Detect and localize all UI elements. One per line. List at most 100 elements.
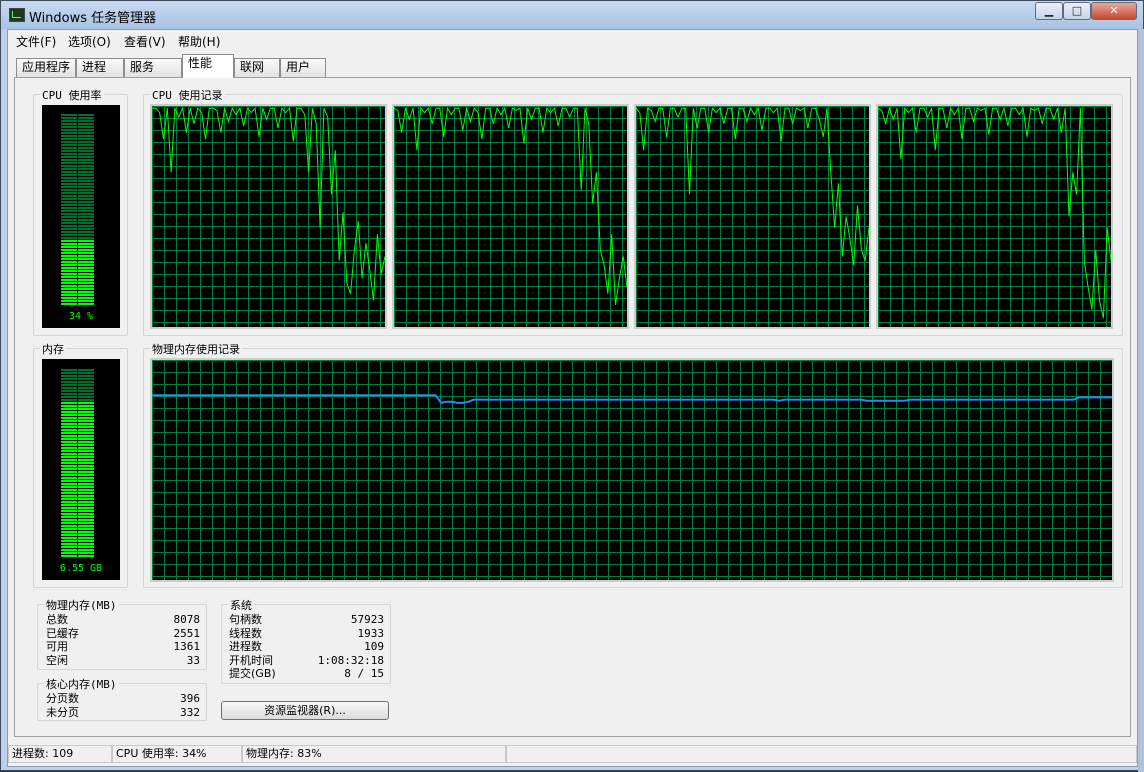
task-manager-icon xyxy=(9,8,25,22)
meter-segment-off xyxy=(78,372,94,374)
meter-segment-off xyxy=(61,393,77,395)
status-cpu-usage: CPU 使用率: 34% xyxy=(112,745,242,763)
title-bar[interactable]: Windows 任务管理器 ▁ □ ✕ xyxy=(1,1,1143,29)
meter-segment-on xyxy=(78,477,94,479)
meter-segment-on xyxy=(78,459,94,461)
meter-segment-on xyxy=(61,285,77,287)
stat-label: 开机时间 xyxy=(229,653,273,667)
tab-applications[interactable]: 应用程序 xyxy=(16,58,76,77)
menu-options[interactable]: 选项(O) xyxy=(68,33,111,50)
meter-segment-on xyxy=(61,279,77,281)
meter-segment-off xyxy=(78,174,94,176)
cpu-usage-group: CPU 使用率 34 % xyxy=(33,87,128,336)
meter-segment-on xyxy=(61,498,77,500)
meter-segment-off xyxy=(61,396,77,398)
meter-segment-on xyxy=(61,270,77,272)
meter-segment-off xyxy=(61,177,77,179)
tab-networking[interactable]: 联网 xyxy=(234,58,280,77)
task-manager-window: Windows 任务管理器 ▁ □ ✕ 文件(F) 选项(O) 查看(V) 帮助… xyxy=(0,0,1144,772)
meter-segment-off xyxy=(78,150,94,152)
meter-segment-off xyxy=(78,228,94,230)
stat-row-nonpaged: 未分页 332 xyxy=(46,706,200,720)
meter-segment-off xyxy=(78,234,94,236)
meter-segment-off xyxy=(78,396,94,398)
meter-segment-off xyxy=(61,162,77,164)
meter-segment-on xyxy=(61,465,77,467)
meter-segment-on xyxy=(61,546,77,548)
meter-segment-off xyxy=(78,192,94,194)
meter-segment-on xyxy=(61,552,77,554)
minimize-button[interactable]: ▁ xyxy=(1035,2,1063,20)
meter-segment-on xyxy=(61,261,77,263)
status-empty xyxy=(506,745,1137,763)
stat-value: 1361 xyxy=(173,640,201,653)
meter-segment-off xyxy=(61,186,77,188)
meter-segment-on xyxy=(61,432,77,434)
tab-strip: 应用程序 进程 服务 性能 联网 用户 xyxy=(8,54,1137,78)
stat-label: 未分页 xyxy=(46,705,79,719)
meter-segment-off xyxy=(61,117,77,119)
memory-group: 内存 6.55 GB xyxy=(33,341,128,588)
menu-file[interactable]: 文件(F) xyxy=(16,33,56,50)
tab-users[interactable]: 用户 xyxy=(280,58,326,77)
meter-segment-on xyxy=(78,240,94,242)
meter-segment-on xyxy=(61,423,77,425)
resource-monitor-button[interactable]: 资源监视器(R)... xyxy=(221,701,389,720)
meter-segment-on xyxy=(78,285,94,287)
close-button[interactable]: ✕ xyxy=(1091,2,1137,20)
menu-view[interactable]: 查看(V) xyxy=(124,33,166,50)
stat-label: 句柄数 xyxy=(229,613,262,626)
meter-segment-off xyxy=(78,138,94,140)
meter-segment-on xyxy=(78,528,94,530)
memory-meter: 6.55 GB xyxy=(42,359,120,580)
stat-row-commit: 提交(GB) 8 / 15 xyxy=(229,667,384,681)
meter-segment-on xyxy=(61,255,77,257)
meter-segment-on xyxy=(78,249,94,251)
system-title: 系统 xyxy=(228,597,254,613)
stat-row-processes: 进程数 109 xyxy=(229,640,384,654)
performance-panel: CPU 使用率 34 % CPU 使用记录 内存 6.55 GB 物理内存使用记… xyxy=(14,77,1131,737)
meter-segment-on xyxy=(61,468,77,470)
meter-segment-on xyxy=(61,429,77,431)
meter-segment-on xyxy=(61,420,77,422)
meter-segment-off xyxy=(78,114,94,116)
meter-segment-on xyxy=(78,255,94,257)
meter-segment-off xyxy=(78,369,94,371)
meter-segment-on xyxy=(78,516,94,518)
meter-segment-off xyxy=(61,231,77,233)
cpu-core-graph-3 xyxy=(634,104,871,329)
tab-performance[interactable]: 性能 xyxy=(182,54,234,78)
meter-segment-off xyxy=(61,399,77,401)
meter-segment-on xyxy=(61,510,77,512)
stat-value: 8078 xyxy=(173,613,201,626)
meter-segment-off xyxy=(78,207,94,209)
meter-segment-on xyxy=(61,486,77,488)
meter-segment-on xyxy=(78,426,94,428)
meter-segment-on xyxy=(61,504,77,506)
meter-segment-off xyxy=(61,159,77,161)
meter-segment-on xyxy=(61,282,77,284)
meter-segment-off xyxy=(78,384,94,386)
meter-segment-on xyxy=(61,426,77,428)
meter-segment-on xyxy=(78,483,94,485)
stat-row-paged: 分页数 396 xyxy=(46,692,200,706)
meter-segment-on xyxy=(78,507,94,509)
meter-segment-on xyxy=(78,480,94,482)
maximize-button[interactable]: □ xyxy=(1063,2,1091,20)
meter-segment-off xyxy=(78,153,94,155)
meter-segment-off xyxy=(78,186,94,188)
tab-services[interactable]: 服务 xyxy=(124,58,182,77)
stat-value: 332 xyxy=(180,705,200,719)
meter-segment-off xyxy=(61,174,77,176)
tab-processes[interactable]: 进程 xyxy=(76,58,124,77)
menu-help[interactable]: 帮助(H) xyxy=(178,33,220,50)
meter-segment-off xyxy=(61,225,77,227)
meter-segment-off xyxy=(78,120,94,122)
meter-segment-off xyxy=(61,183,77,185)
meter-segment-on xyxy=(78,474,94,476)
meter-segment-off xyxy=(78,156,94,158)
meter-segment-on xyxy=(78,534,94,536)
meter-segment-on xyxy=(61,489,77,491)
meter-segment-off xyxy=(78,141,94,143)
stat-value: 1933 xyxy=(357,626,385,640)
